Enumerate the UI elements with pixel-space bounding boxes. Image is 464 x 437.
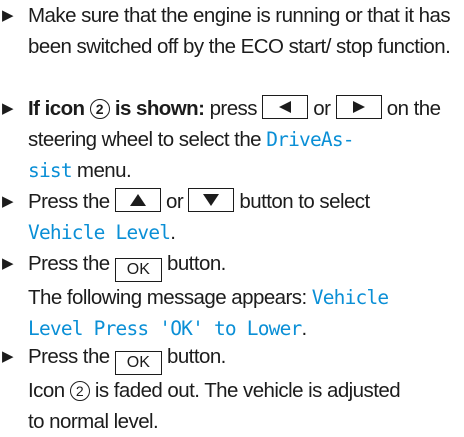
ok-key: OK [114, 351, 162, 375]
period: . [301, 317, 308, 340]
message-part2: Level Press 'OK' to Lower [28, 317, 302, 340]
step-4: ▶ Press the OK button. The following mes… [0, 248, 462, 344]
step-3: ▶ Press the or button to select Vehicle … [0, 186, 462, 248]
bullet-arrow-icon: ▶ [2, 7, 14, 24]
message-intro: The following message appears: [28, 286, 307, 309]
message-part1: Vehicle [311, 286, 389, 309]
menu-item-vehicle-level: Vehicle Level [28, 221, 171, 244]
result-line2: to normal level. [28, 410, 159, 433]
connector-or: or [165, 190, 184, 213]
period: . [170, 221, 176, 244]
after-menu: menu. [76, 159, 132, 182]
instruction-page: ▶ Make sure that the engine is running o… [0, 0, 464, 433]
step-3-prefix: Press the [28, 190, 110, 213]
up-key-icon [114, 188, 161, 212]
step-2: ▶ If icon 2 is shown: press or on the st… [0, 93, 462, 186]
step-3-suffix: button to select [239, 190, 370, 213]
step-4-suffix: button. [166, 252, 226, 275]
step-4-prefix: Press the [28, 252, 110, 275]
step-5-prefix: Press the [28, 345, 110, 368]
step-1-text: Make sure that the engine is running or … [28, 4, 451, 58]
result-line1-end: is faded out. The vehicle is adjusted [94, 379, 401, 402]
menu-name-part2: sist [28, 159, 73, 182]
action-prefix: press [209, 97, 258, 120]
bullet-arrow-icon: ▶ [2, 100, 14, 117]
menu-name-part1: DriveAs- [266, 128, 354, 151]
condition-prefix: If icon [28, 97, 85, 120]
left-key-icon [262, 95, 309, 119]
bullet-arrow-icon: ▶ [2, 348, 14, 365]
condition-suffix: is shown: [114, 97, 205, 120]
ok-key: OK [114, 258, 162, 282]
down-key-icon [188, 188, 235, 212]
right-key-icon [335, 95, 382, 119]
step-5: ▶ Press the OK button. Icon 2 is faded o… [0, 341, 462, 437]
circled-number-icon: 2 [69, 381, 90, 401]
bullet-arrow-icon: ▶ [2, 255, 14, 272]
circled-number-icon: 2 [89, 99, 110, 119]
bullet-arrow-icon: ▶ [2, 193, 14, 210]
connector-or: or [313, 97, 331, 120]
step-1: ▶ Make sure that the engine is running o… [0, 0, 462, 62]
result-prefix: Icon [28, 379, 65, 402]
step-5-suffix: button. [166, 345, 226, 368]
